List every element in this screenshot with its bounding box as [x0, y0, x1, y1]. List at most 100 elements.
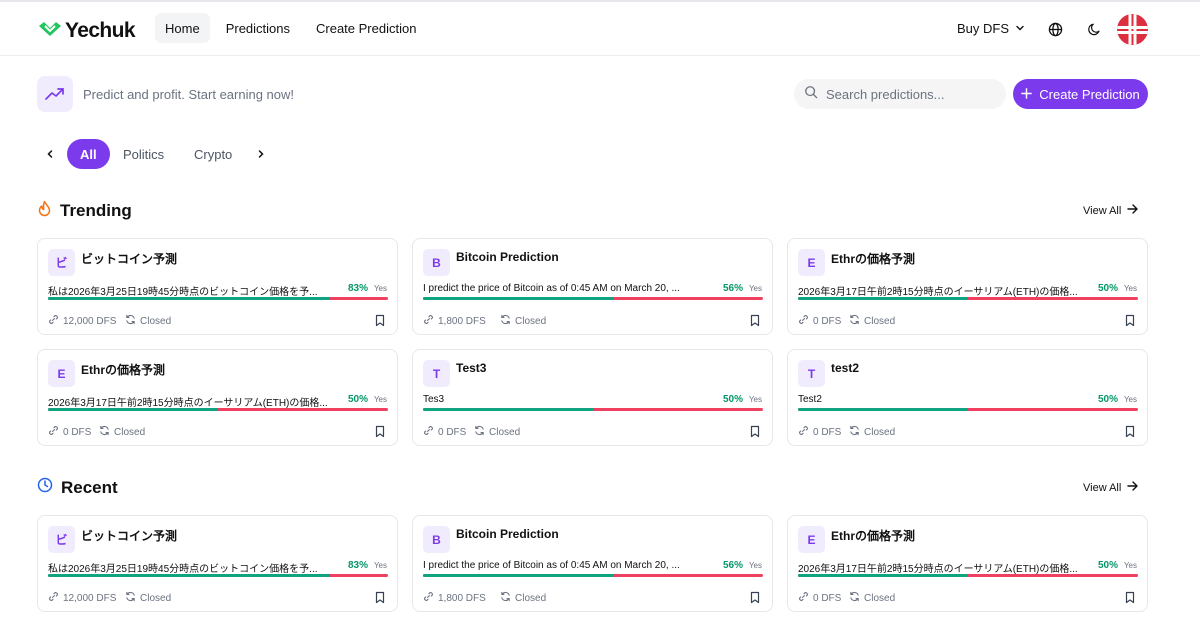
yes-label: Yes — [748, 284, 762, 293]
pool-amount-text: 0 DFS — [63, 426, 92, 438]
prediction-card[interactable]: T Test3 Tes3 50% Yes 0 DFS Closed — [412, 349, 773, 446]
card-title: Bitcoin Prediction — [456, 527, 559, 541]
odds-bar — [423, 574, 763, 577]
card-description: 2026年3月17日午前2時15分時点のイーサリアム(ETH)の価格... — [48, 398, 328, 409]
status-text: Closed — [864, 426, 896, 438]
create-prediction-button[interactable]: Create Prediction — [1013, 79, 1148, 109]
search-input[interactable] — [826, 86, 996, 102]
odds-bar-yes-fill — [48, 297, 331, 300]
category-all[interactable]: All — [67, 139, 110, 169]
yes-percentage: 56% — [722, 283, 743, 294]
status-text: Closed — [114, 426, 146, 438]
search-bar[interactable] — [794, 79, 1006, 109]
link-icon — [48, 314, 59, 328]
refresh-icon — [125, 591, 136, 605]
bookmark-icon[interactable] — [1124, 425, 1136, 438]
card-title: Ethrの価格予測 — [831, 252, 916, 266]
prediction-card[interactable]: E Ethrの価格予測 2026年3月17日午前2時15分時点のイーサリアム(E… — [787, 238, 1148, 335]
chevron-right-icon[interactable] — [253, 146, 269, 162]
prediction-card[interactable]: E Ethrの価格予測 2026年3月17日午前2時15分時点のイーサリアム(E… — [37, 349, 398, 446]
category-crypto[interactable]: Crypto — [194, 139, 232, 169]
prediction-card[interactable]: ビ ビットコイン予測 私は2026年3月25日19時45分時点のビットコイン価格… — [37, 515, 398, 612]
bookmark-icon[interactable] — [1124, 314, 1136, 327]
arrow-right-icon — [1127, 481, 1139, 494]
card-avatar: ビ — [48, 249, 75, 276]
chevron-left-icon[interactable] — [42, 146, 58, 162]
bookmark-icon[interactable] — [1124, 591, 1136, 604]
odds-bar — [798, 297, 1138, 300]
card-status: Closed — [849, 314, 895, 328]
prediction-card[interactable]: B Bitcoin Prediction I predict the price… — [412, 515, 773, 612]
yes-percentage: 50% — [1097, 560, 1118, 571]
odds-bar — [798, 408, 1138, 411]
card-description: 2026年3月17日午前2時15分時点のイーサリアム(ETH)の価格... — [798, 564, 1078, 575]
bookmark-icon[interactable] — [749, 314, 761, 327]
prediction-card[interactable]: B Bitcoin Prediction I predict the price… — [412, 238, 773, 335]
odds-bar-yes-fill — [423, 574, 614, 577]
yes-percentage: 50% — [722, 394, 743, 405]
plus-icon — [1021, 87, 1033, 102]
yes-label: Yes — [1123, 284, 1137, 293]
odds-bar-yes-fill — [48, 574, 331, 577]
avatar[interactable] — [1117, 14, 1148, 45]
main-nav: Home Predictions Create Prediction — [155, 13, 426, 43]
yes-label: Yes — [1123, 395, 1137, 404]
logo[interactable]: Yechuk — [38, 19, 136, 43]
link-icon — [423, 591, 434, 605]
yes-percentage: 50% — [1097, 394, 1118, 405]
yes-percentage: 83% — [347, 560, 368, 571]
bookmark-icon[interactable] — [374, 591, 386, 604]
site-header: Yechuk Home Predictions Create Predictio… — [0, 2, 1200, 56]
link-icon — [798, 591, 809, 605]
odds-bar-yes-fill — [798, 574, 968, 577]
odds-bar — [423, 408, 763, 411]
refresh-icon — [125, 314, 136, 328]
moon-icon[interactable] — [1086, 20, 1104, 38]
flame-icon — [37, 200, 52, 222]
chevron-down-icon — [1015, 21, 1025, 36]
buy-dfs-dropdown[interactable]: Buy DFS — [957, 21, 1025, 36]
bookmark-icon[interactable] — [749, 591, 761, 604]
prediction-card[interactable]: E Ethrの価格予測 2026年3月17日午前2時15分時点のイーサリアム(E… — [787, 515, 1148, 612]
status-text: Closed — [864, 592, 896, 604]
yes-percentage: 83% — [347, 283, 368, 294]
recent-view-all[interactable]: View All — [1083, 481, 1139, 494]
bookmark-icon[interactable] — [749, 425, 761, 438]
link-icon — [48, 425, 59, 439]
prediction-card[interactable]: ビ ビットコイン予測 私は2026年3月25日19時45分時点のビットコイン価格… — [37, 238, 398, 335]
refresh-icon — [849, 591, 860, 605]
odds-bar — [48, 408, 388, 411]
nav-predictions[interactable]: Predictions — [216, 13, 300, 43]
card-title: Test3 — [456, 361, 487, 375]
status-text: Closed — [515, 315, 547, 327]
card-title: test2 — [831, 361, 860, 375]
yes-label: Yes — [373, 395, 387, 404]
refresh-icon — [500, 591, 511, 605]
pool-amount-text: 0 DFS — [813, 315, 842, 327]
yes-label: Yes — [1123, 561, 1137, 570]
globe-icon[interactable] — [1046, 20, 1064, 38]
yes-label: Yes — [373, 561, 387, 570]
nav-create-prediction[interactable]: Create Prediction — [306, 13, 426, 43]
category-politics[interactable]: Politics — [123, 139, 164, 169]
card-status: Closed — [849, 591, 895, 605]
card-title: ビットコイン予測 — [81, 252, 178, 266]
bookmark-icon[interactable] — [374, 314, 386, 327]
yes-label: Yes — [748, 561, 762, 570]
view-all-label: View All — [1083, 204, 1122, 217]
card-status: Closed — [99, 425, 145, 439]
card-status: Closed — [125, 591, 171, 605]
pool-amount-text: 0 DFS — [813, 426, 842, 438]
arrow-right-icon — [1127, 204, 1139, 217]
nav-home[interactable]: Home — [155, 13, 210, 43]
bookmark-icon[interactable] — [374, 425, 386, 438]
prediction-card[interactable]: T test2 Test2 50% Yes 0 DFS Closed — [787, 349, 1148, 446]
link-icon — [798, 314, 809, 328]
trending-view-all[interactable]: View All — [1083, 204, 1139, 217]
yes-percentage: 50% — [1097, 283, 1118, 294]
card-title: Ethrの価格予測 — [81, 363, 166, 377]
status-text: Closed — [140, 592, 172, 604]
refresh-icon — [500, 314, 511, 328]
odds-bar — [48, 297, 388, 300]
pool-amount: 0 DFS — [798, 425, 841, 439]
